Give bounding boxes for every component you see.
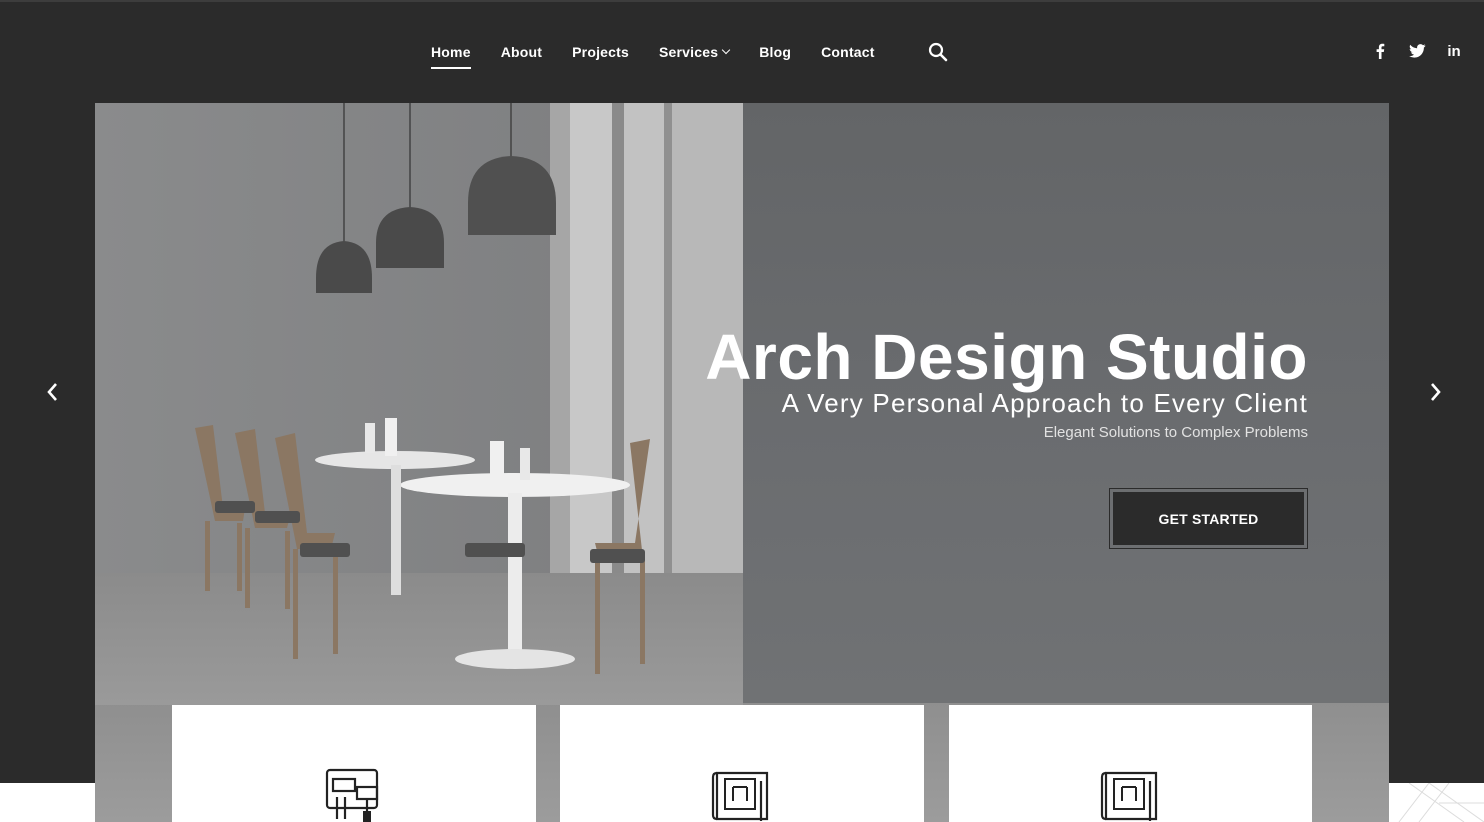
nav-contact-label: Contact bbox=[821, 44, 875, 60]
twitter-link[interactable] bbox=[1406, 40, 1428, 62]
nav-home[interactable]: Home bbox=[431, 44, 471, 69]
hero-tagline: Elegant Solutions to Complex Problems bbox=[1043, 424, 1308, 441]
blueprint-icon bbox=[711, 771, 769, 821]
linkedin-icon: in bbox=[1447, 42, 1461, 60]
service-card[interactable] bbox=[949, 705, 1312, 822]
nav-contact[interactable]: Contact bbox=[821, 44, 875, 60]
nav-projects[interactable]: Projects bbox=[572, 44, 629, 60]
carousel-next-button[interactable] bbox=[1425, 380, 1445, 404]
nav-home-label: Home bbox=[431, 44, 471, 60]
nav-services[interactable]: Services bbox=[659, 44, 731, 60]
search-button[interactable] bbox=[927, 41, 949, 63]
search-icon bbox=[928, 42, 948, 62]
carousel-prev-button[interactable] bbox=[43, 380, 63, 404]
nav-blog[interactable]: Blog bbox=[759, 44, 791, 60]
nav-blog-label: Blog bbox=[759, 44, 792, 60]
hero-subtitle: A Very Personal Approach to Every Client bbox=[781, 388, 1308, 418]
twitter-icon bbox=[1408, 44, 1426, 58]
nav-about-label: About bbox=[500, 44, 543, 60]
service-card[interactable] bbox=[172, 705, 536, 822]
decorative-lines bbox=[1398, 783, 1484, 822]
nav-about[interactable]: About bbox=[501, 44, 542, 60]
main-nav: Home About Projects Services Blog Contac… bbox=[431, 42, 905, 69]
hero-image bbox=[95, 103, 743, 705]
hero-title: Arch Design Studio bbox=[705, 321, 1308, 393]
get-started-label: GET STARTED bbox=[1113, 492, 1304, 545]
blueprint-icon bbox=[1100, 771, 1157, 821]
nav-projects-label: Projects bbox=[572, 44, 629, 60]
service-card[interactable] bbox=[560, 705, 924, 822]
linkedin-link[interactable]: in bbox=[1445, 40, 1463, 62]
nav-services-label: Services bbox=[659, 44, 719, 60]
paint-roller-icon bbox=[325, 768, 379, 822]
chevron-left-icon bbox=[47, 383, 57, 401]
chevron-down-icon bbox=[721, 45, 731, 55]
get-started-button[interactable]: GET STARTED bbox=[1109, 488, 1308, 549]
facebook-icon bbox=[1376, 43, 1385, 59]
top-border bbox=[0, 0, 1484, 2]
facebook-link[interactable] bbox=[1372, 40, 1388, 62]
chevron-right-icon bbox=[1431, 383, 1441, 401]
